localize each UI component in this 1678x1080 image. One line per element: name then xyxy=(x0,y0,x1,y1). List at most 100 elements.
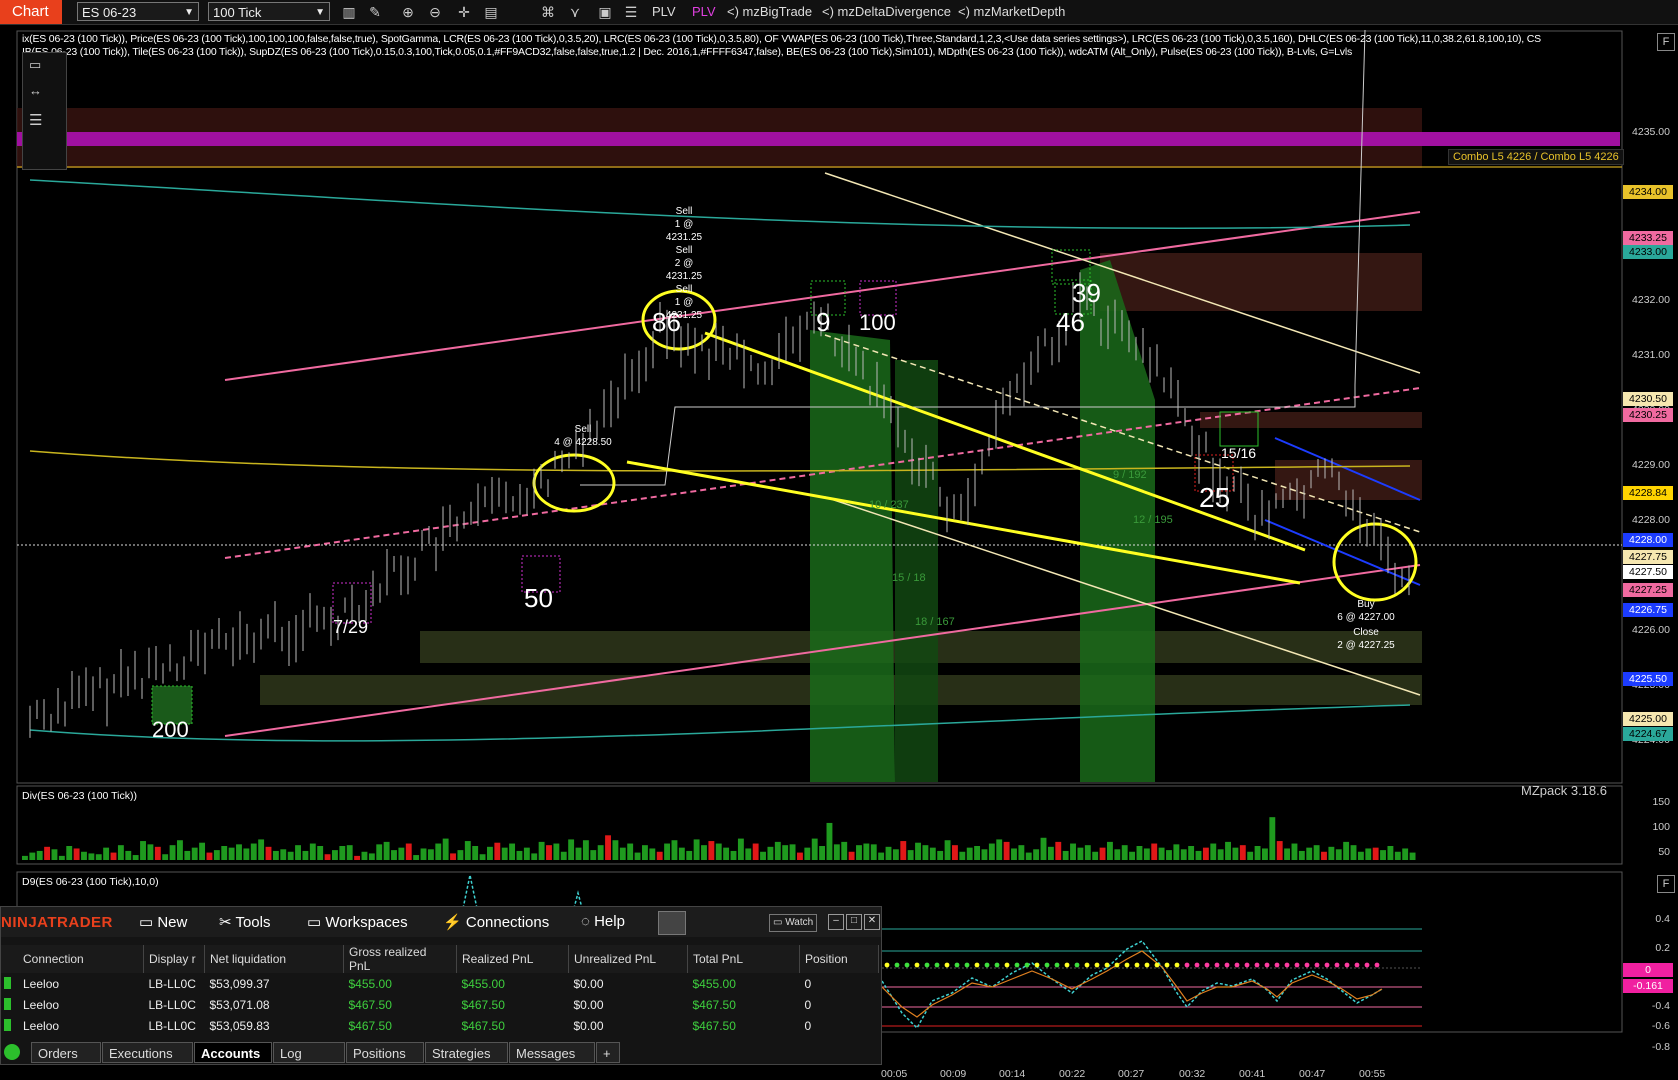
interval-select[interactable]: 100 Tick ▼ xyxy=(208,2,330,21)
col-header[interactable]: Unrealized PnL xyxy=(568,945,688,973)
accounts-grid[interactable]: Connection Display r Net liquidation Gro… xyxy=(1,945,879,1036)
bar-type-icon[interactable]: ▥ xyxy=(340,3,358,21)
time-label: 00:05 xyxy=(881,1068,908,1080)
price-axis-label: 4235.00 xyxy=(1632,126,1670,138)
panel-settings-icon[interactable]: F xyxy=(1657,875,1675,893)
menu-icon[interactable]: ☰ xyxy=(29,111,42,129)
watch-button[interactable]: ▭ Watch xyxy=(769,914,818,932)
account-row[interactable]: Leeloo LB-LL0C $53,099.37 $455.00 $455.00 $0.… xyxy=(1,973,879,994)
chart-toolbar: Chart ES 06-23 ▼ 100 Tick ▼ ▥ ✎ ⊕ ⊖ ✛ ▤ ⌘ … xyxy=(0,0,1678,25)
strategy-icon[interactable]: ⌘ xyxy=(539,3,557,21)
div-bar xyxy=(1166,850,1172,860)
div-bar xyxy=(1158,847,1165,860)
account-cell: LB-LL0C xyxy=(148,997,196,1012)
control-center-window[interactable]: NINJATRADER ▭ New ✂ Tools ▭ Workspaces ⚡… xyxy=(0,906,882,1065)
minimize-icon[interactable]: – xyxy=(828,914,844,930)
template-icon[interactable]: ▣ xyxy=(596,3,614,21)
zoom-in-icon[interactable]: ⊕ xyxy=(399,3,417,21)
account-row[interactable]: Leeloo LB-LL0C $53,059.83 $467.50 $467.50 $0.… xyxy=(1,1015,879,1036)
accounts-header-row: Connection Display r Net liquidation Gro… xyxy=(1,945,879,973)
col-header[interactable]: Total PnL xyxy=(687,945,800,973)
ruler-icon[interactable]: ▭ xyxy=(29,57,41,73)
menu-tools[interactable]: ✂ Tools xyxy=(219,913,271,931)
col-header[interactable]: Position xyxy=(799,945,879,973)
col-header[interactable]: Connection xyxy=(1,945,144,973)
div-bar xyxy=(295,845,301,860)
addon-mzbigtrade[interactable]: <) mzBigTrade xyxy=(727,3,812,21)
instrument-select[interactable]: ES 06-23 ▼ xyxy=(77,2,199,21)
list-icon[interactable]: ☰ xyxy=(622,3,640,21)
d9-panel-title: D9(ES 06-23 (100 Tick),10,0) xyxy=(22,876,159,888)
sell-line: Sell xyxy=(574,424,592,435)
menu-workspaces[interactable]: ▭ Workspaces xyxy=(307,913,408,931)
div-bar xyxy=(538,841,545,860)
col-header[interactable]: Net liquidation xyxy=(204,945,344,973)
div-bar xyxy=(752,843,759,860)
account-cell: 0 xyxy=(804,997,812,1012)
workspace-icon[interactable] xyxy=(658,911,686,935)
crosshair-icon[interactable]: ✛ xyxy=(455,3,473,21)
div-bar xyxy=(1114,849,1121,860)
d9-dot xyxy=(1074,962,1080,968)
d9-dot xyxy=(904,962,910,968)
tab-strategies[interactable]: Strategies xyxy=(425,1042,508,1063)
col-header[interactable]: Gross realized PnL xyxy=(343,945,457,973)
addon-label: mzBigTrade xyxy=(742,4,813,19)
horizontal-arrow-icon[interactable]: ↔ xyxy=(29,83,42,98)
tab-accounts[interactable]: Accounts xyxy=(194,1042,272,1063)
connection-status-icon xyxy=(4,1044,20,1060)
div-bar xyxy=(368,853,375,860)
panel-settings-icon[interactable]: F xyxy=(1657,33,1675,51)
d9-dot xyxy=(1374,962,1380,968)
plv-button-1[interactable]: PLV xyxy=(652,3,676,21)
tab-add[interactable]: + xyxy=(596,1042,620,1063)
pencil-icon[interactable]: ✎ xyxy=(366,3,384,21)
div-bar xyxy=(1033,849,1040,860)
div-bar xyxy=(1047,846,1054,860)
chart-tab[interactable]: Chart xyxy=(0,0,62,24)
menu-help[interactable]: ◌ Help xyxy=(581,913,625,930)
menu-label: Connections xyxy=(465,914,550,931)
maximize-icon[interactable]: □ xyxy=(846,914,862,930)
time-label: 00:55 xyxy=(1359,1068,1386,1080)
div-bar xyxy=(29,852,36,860)
div-bar xyxy=(51,849,58,860)
menu-connections[interactable]: ⚡ Connections xyxy=(443,913,549,931)
addon-mzmarketdepth[interactable]: <) mzMarketDepth xyxy=(958,3,1065,21)
d9-dot xyxy=(1334,962,1340,968)
zoom-out-icon[interactable]: ⊖ xyxy=(426,3,444,21)
properties-icon[interactable]: ▤ xyxy=(482,3,500,21)
tab-orders[interactable]: Orders xyxy=(31,1042,101,1063)
div-bar xyxy=(1055,841,1062,860)
control-center-menubar: NINJATRADER ▭ New ✂ Tools ▭ Workspaces ⚡… xyxy=(1,907,881,937)
account-row[interactable]: Leeloo LB-LL0C $53,071.08 $467.50 $467.50 $0.… xyxy=(1,994,879,1015)
account-cell: $455.00 xyxy=(348,976,392,991)
addon-mzdeltadivergence[interactable]: <) mzDeltaDivergence xyxy=(822,3,951,21)
tab-messages[interactable]: Messages xyxy=(509,1042,595,1063)
d9-dot xyxy=(1154,962,1160,968)
div-bar xyxy=(1195,850,1202,860)
div-bar xyxy=(206,852,213,860)
indicator-icon[interactable]: ⋎ xyxy=(566,3,584,21)
div-bar xyxy=(848,851,855,860)
tab-positions[interactable]: Positions xyxy=(346,1042,424,1063)
tab-log[interactable]: Log xyxy=(273,1042,345,1063)
tab-executions[interactable]: Executions xyxy=(102,1042,193,1063)
div-bar xyxy=(287,851,294,860)
div-bar xyxy=(1321,851,1327,860)
close-icon[interactable]: ✕ xyxy=(864,914,880,930)
account-cell: $467.50 xyxy=(348,997,392,1012)
plv-button-2[interactable]: PLV xyxy=(692,3,716,21)
div-bar xyxy=(1225,841,1231,860)
d9-dot xyxy=(1134,962,1140,968)
close-line: 2 @ 4227.25 xyxy=(1337,640,1395,651)
div-bar xyxy=(612,840,619,860)
col-header[interactable]: Display r xyxy=(143,945,205,973)
menu-new[interactable]: ▭ New xyxy=(139,913,187,931)
div-bar xyxy=(1107,841,1113,860)
div-bar xyxy=(509,843,516,860)
col-header[interactable]: Realized PnL xyxy=(456,945,569,973)
d9-dot xyxy=(1094,962,1100,968)
div-bar xyxy=(391,850,397,860)
div-bar xyxy=(649,848,656,860)
